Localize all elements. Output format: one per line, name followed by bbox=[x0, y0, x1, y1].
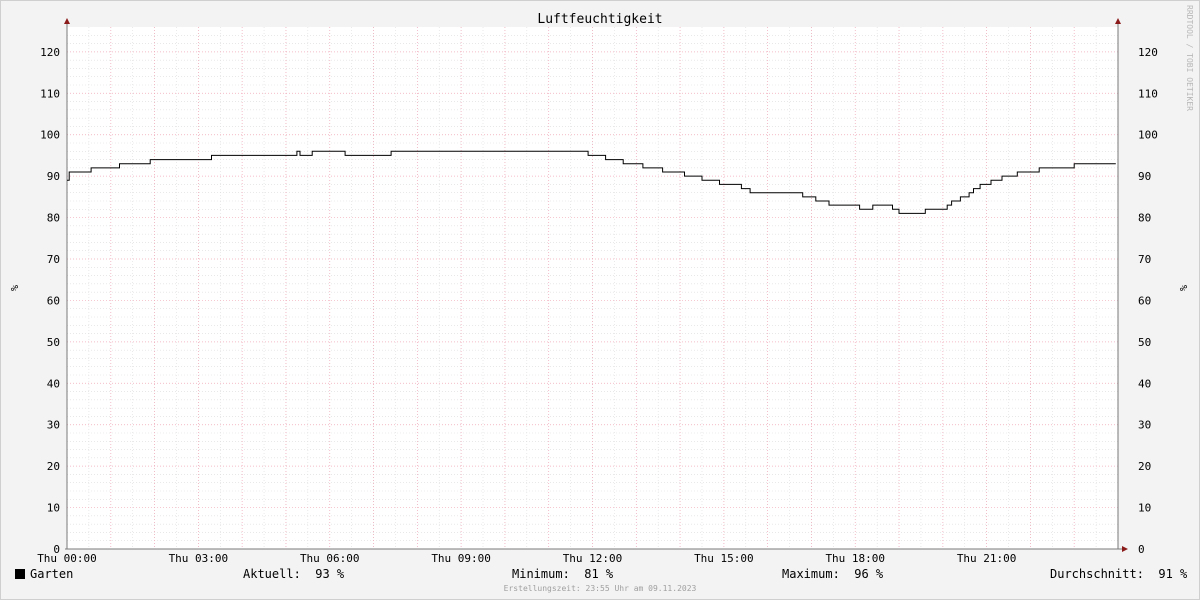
y-tick-label-left: 90 bbox=[47, 170, 60, 183]
x-tick-label: Thu 15:00 bbox=[694, 552, 754, 565]
x-tick-label: Thu 18:00 bbox=[825, 552, 885, 565]
legend-series-name: Garten bbox=[30, 567, 74, 581]
y-tick-label-left: 120 bbox=[40, 46, 60, 59]
legend-maximum: Maximum: 96 % bbox=[782, 567, 883, 581]
legend-max-label: Maximum: bbox=[782, 567, 840, 581]
legend-avg-value: 91 % bbox=[1158, 567, 1188, 581]
x-tick-label: Thu 12:00 bbox=[563, 552, 623, 565]
y-tick-label-right: 30 bbox=[1138, 419, 1151, 432]
right-axis-label: % bbox=[1177, 285, 1188, 291]
legend-current-label: Aktuell: bbox=[243, 567, 301, 581]
right-axis-arrow bbox=[1115, 18, 1121, 24]
rrdtool-watermark: RRDTOOL / TOBI OETIKER bbox=[1185, 5, 1194, 111]
humidity-chart: 0 010 1020 2030 3040 4050 5060 6070 7080 8090 9010… bbox=[8, 5, 1194, 565]
legend-average: Durchschnitt: 91 % bbox=[1050, 567, 1187, 581]
legend-minimum: Minimum: 81 % bbox=[512, 567, 613, 581]
legend-avg-label: Durchschnitt: bbox=[1050, 567, 1144, 581]
creation-timestamp: Erstellungszeit: 23:55 Uhr am 09.11.2023 bbox=[503, 584, 697, 593]
x-tick-label: Thu 03:00 bbox=[169, 552, 229, 565]
left-axis-label: % bbox=[8, 285, 19, 291]
x-tick-label: Thu 21:00 bbox=[957, 552, 1017, 565]
legend-color-swatch bbox=[15, 569, 25, 579]
legend-current-value: 93 % bbox=[315, 567, 345, 581]
y-tick-label-left: 100 bbox=[40, 129, 60, 142]
legend-series: Garten bbox=[15, 567, 73, 581]
y-tick-label-left: 110 bbox=[40, 87, 60, 100]
x-axis-arrow bbox=[1122, 546, 1128, 552]
x-tick-label: Thu 09:00 bbox=[431, 552, 491, 565]
legend-min-label: Minimum: bbox=[512, 567, 570, 581]
y-tick-label-right: 0 bbox=[1138, 543, 1145, 556]
y-tick-label-right: 90 bbox=[1138, 170, 1151, 183]
y-tick-label-right: 110 bbox=[1138, 87, 1158, 100]
y-tick-label-right: 10 bbox=[1138, 502, 1151, 515]
x-tick-label: Thu 06:00 bbox=[300, 552, 360, 565]
legend-current: Aktuell: 93 % bbox=[243, 567, 344, 581]
x-tick-label: Thu 00:00 bbox=[37, 552, 97, 565]
y-tick-label-right: 70 bbox=[1138, 253, 1151, 266]
y-tick-label-left: 60 bbox=[47, 294, 60, 307]
legend-min-value: 81 % bbox=[584, 567, 614, 581]
y-tick-label-left: 10 bbox=[47, 502, 60, 515]
y-tick-label-right: 20 bbox=[1138, 460, 1151, 473]
y-tick-label-right: 50 bbox=[1138, 336, 1151, 349]
y-tick-label-right: 80 bbox=[1138, 212, 1151, 225]
y-tick-label-right: 120 bbox=[1138, 46, 1158, 59]
y-tick-label-right: 40 bbox=[1138, 377, 1151, 390]
legend-max-value: 96 % bbox=[854, 567, 884, 581]
y-tick-label-left: 50 bbox=[47, 336, 60, 349]
y-tick-label-left: 40 bbox=[47, 377, 60, 390]
left-axis-arrow bbox=[64, 18, 70, 24]
y-tick-label-right: 100 bbox=[1138, 129, 1158, 142]
y-tick-label-left: 80 bbox=[47, 212, 60, 225]
y-tick-label-left: 70 bbox=[47, 253, 60, 266]
y-tick-label-right: 60 bbox=[1138, 294, 1151, 307]
y-tick-label-left: 30 bbox=[47, 419, 60, 432]
y-tick-label-left: 20 bbox=[47, 460, 60, 473]
chart-title: Luftfeuchtigkeit bbox=[537, 12, 662, 27]
